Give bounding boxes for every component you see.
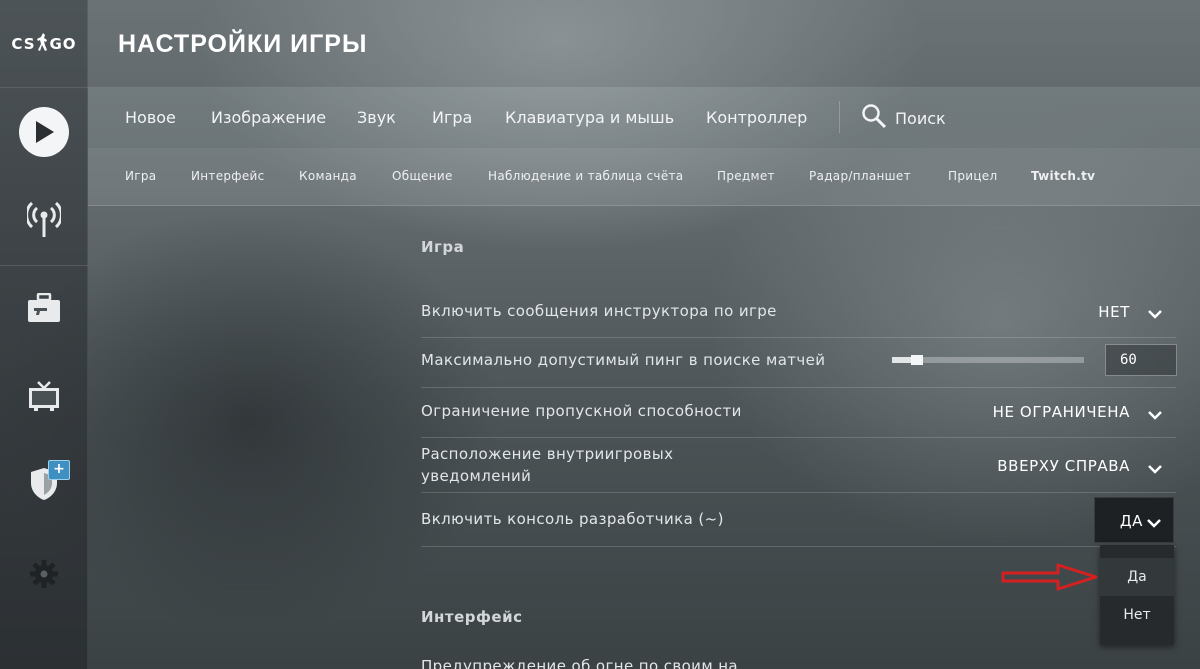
subtab-twitch[interactable]: Twitch.tv — [1031, 169, 1095, 183]
dev-console-value: ДА — [1119, 512, 1143, 530]
setting-row-bandwidth: Ограничение пропускной способности НЕ ОГ… — [421, 388, 1176, 438]
tab-new[interactable]: Новое — [125, 108, 176, 127]
setting-label: Ограничение пропускной способности — [421, 402, 742, 420]
play-icon — [19, 107, 69, 157]
setting-label-partial: Предупреждение об огне по своим на — [421, 657, 739, 669]
chevron-down-icon[interactable] — [1148, 459, 1162, 478]
dev-console-dropdown[interactable]: ДА — [1094, 497, 1174, 543]
subtab-interface[interactable]: Интерфейс — [191, 169, 265, 183]
notification-position-dropdown[interactable]: ВВЕРХУ СПРАВА — [997, 457, 1130, 475]
setting-label: Расположение внутриигровых уведомлений — [421, 445, 674, 485]
sidebar-item-play[interactable] — [0, 102, 88, 162]
sidebar: CS GO + — [0, 0, 88, 669]
instructor-dropdown[interactable]: НЕТ — [1098, 303, 1130, 321]
dropdown-option-no[interactable]: Нет — [1100, 596, 1174, 634]
tab-audio[interactable]: Звук — [357, 108, 396, 127]
chevron-down-icon[interactable] — [1148, 304, 1162, 323]
setting-label: Максимально допустимый пинг в поиске мат… — [421, 351, 826, 369]
sidebar-item-inventory[interactable] — [0, 280, 88, 340]
dropdown-option-yes[interactable]: Да — [1100, 558, 1174, 596]
briefcase-icon — [27, 292, 61, 327]
tv-icon — [28, 380, 60, 416]
sidebar-item-operations[interactable] — [0, 456, 88, 516]
logo-text-go: GO — [49, 34, 77, 53]
section-title-game: Игра — [421, 238, 465, 256]
chevron-down-icon — [1147, 513, 1161, 532]
tabs-divider — [839, 101, 840, 133]
logo-figure-icon — [36, 32, 49, 55]
search-button[interactable]: Поиск — [861, 103, 946, 133]
ping-value-field[interactable]: 60 — [1105, 344, 1177, 376]
setting-row-notification-position: Расположение внутриигровых уведомлений В… — [421, 438, 1176, 493]
tab-game[interactable]: Игра — [432, 108, 472, 127]
sub-tabs: Игра Интерфейс Команда Общение Наблюдени… — [88, 148, 1200, 206]
sidebar-item-watch[interactable] — [0, 191, 88, 251]
subtab-game[interactable]: Игра — [125, 169, 156, 183]
setting-row-instructor: Включить сообщения инструктора по игре Н… — [421, 287, 1176, 338]
broadcast-icon — [25, 199, 63, 243]
section-title-interface: Интерфейс — [421, 608, 523, 626]
tab-controller[interactable]: Контроллер — [706, 108, 807, 127]
dev-console-dropdown-menu: Да Нет — [1100, 545, 1174, 645]
main-tabs: Новое Изображение Звук Игра Клавиатура и… — [88, 88, 1200, 148]
red-arrow-annotation-icon — [1000, 562, 1100, 596]
setting-label: Включить консоль разработчика (~) — [421, 510, 724, 528]
setting-row-dev-console: Включить консоль разработчика (~) — [421, 493, 1176, 547]
sidebar-divider — [0, 265, 88, 266]
ping-slider-handle[interactable] — [910, 355, 923, 365]
subtab-crosshair[interactable]: Прицел — [948, 169, 997, 183]
subtab-item[interactable]: Предмет — [717, 169, 775, 183]
page-title: НАСТРОЙКИ ИГРЫ — [118, 30, 368, 58]
sidebar-item-settings[interactable] — [0, 546, 88, 606]
new-badge: + — [48, 460, 70, 480]
chevron-down-icon[interactable] — [1148, 405, 1162, 424]
sidebar-item-tv[interactable] — [0, 368, 88, 428]
gear-icon — [29, 559, 59, 593]
ping-slider[interactable] — [892, 355, 1084, 365]
subtab-team[interactable]: Команда — [299, 169, 357, 183]
bandwidth-dropdown[interactable]: НЕ ОГРАНИЧЕНА — [993, 403, 1130, 421]
subtab-communication[interactable]: Общение — [392, 169, 453, 183]
search-icon — [861, 103, 887, 133]
csgo-logo[interactable]: CS GO — [0, 0, 88, 88]
subtab-radar[interactable]: Радар/планшет — [809, 169, 911, 183]
setting-row-max-ping: Максимально допустимый пинг в поиске мат… — [421, 338, 1177, 388]
logo-text-cs: CS — [11, 34, 36, 53]
tab-video[interactable]: Изображение — [211, 108, 326, 127]
setting-label: Включить сообщения инструктора по игре — [421, 302, 777, 320]
header: НАСТРОЙКИ ИГРЫ — [88, 0, 1200, 88]
tab-keyboard-mouse[interactable]: Клавиатура и мышь — [505, 108, 674, 127]
subtab-spectator-scoreboard[interactable]: Наблюдение и таблица счёта — [488, 169, 683, 183]
search-label: Поиск — [895, 108, 946, 128]
